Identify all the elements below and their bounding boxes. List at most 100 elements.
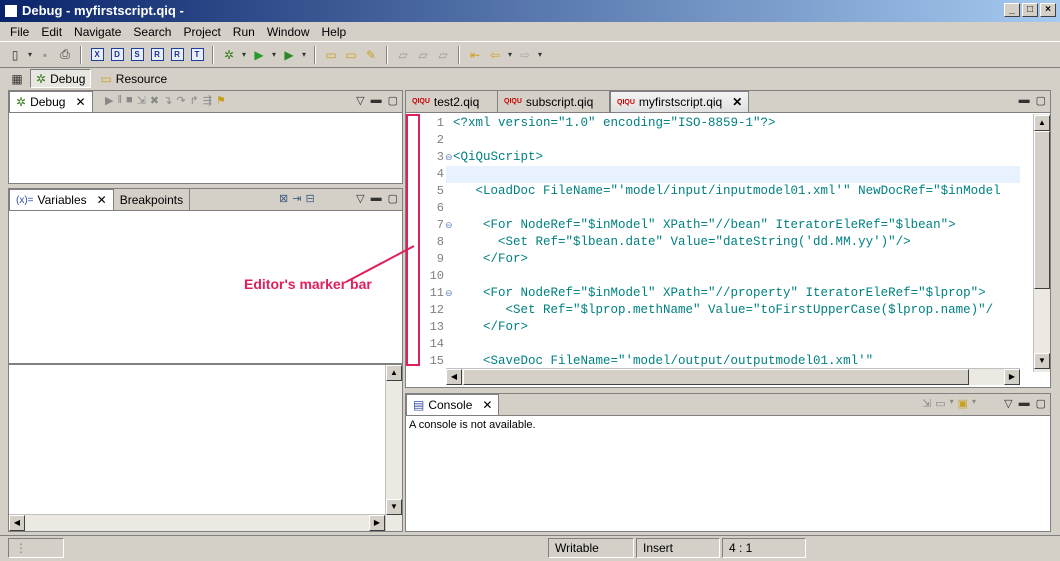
horizontal-scroll-thumb[interactable]	[463, 369, 969, 385]
maximize-view-icon[interactable]: ▢	[1036, 397, 1046, 410]
r-script-icon[interactable]: R	[148, 46, 166, 64]
close-icon[interactable]: ✕	[75, 95, 85, 109]
pencil-icon[interactable]: ✎	[362, 46, 380, 64]
minimize-view-icon[interactable]: ▬	[1019, 94, 1030, 107]
editor-vertical-scrollbar[interactable]: ▲ ▼	[1033, 114, 1050, 372]
drop-to-frame-icon[interactable]: ⇶	[203, 94, 212, 107]
x-script-icon[interactable]: X	[88, 46, 106, 64]
code-line[interactable]: </For>	[453, 252, 528, 266]
maximize-button[interactable]: □	[1022, 3, 1038, 17]
step-into-icon[interactable]: ↴	[163, 94, 172, 107]
t-script-icon[interactable]: T	[188, 46, 206, 64]
terminate-icon[interactable]: ■	[126, 94, 133, 107]
close-icon[interactable]: ✕	[97, 193, 107, 207]
remove-terminated-icon[interactable]: ✖	[150, 94, 159, 107]
menu-project[interactable]: Project	[177, 25, 226, 39]
code-line[interactable]: <LoadDoc FileName="'model/input/inputmod…	[453, 184, 1001, 198]
d-script-icon[interactable]: D	[108, 46, 126, 64]
menu-edit[interactable]: Edit	[35, 25, 68, 39]
scroll-right-icon[interactable]: ▶	[1004, 369, 1020, 385]
editor-horizontal-scrollbar[interactable]: ◀ ▶	[446, 368, 1020, 385]
dropdown-arrow-icon[interactable]: ▾	[270, 46, 278, 64]
code-line[interactable]: <SaveDoc FileName="'model/output/outputm…	[453, 354, 873, 368]
back-icon[interactable]: ⇦	[486, 46, 504, 64]
view-menu-icon[interactable]: ▽	[356, 94, 364, 107]
maximize-view-icon[interactable]: ▢	[388, 192, 398, 205]
tab-test2[interactable]: QIQU test2.qiq	[406, 91, 498, 112]
print-icon[interactable]: ⎙	[56, 46, 74, 64]
r2-script-icon[interactable]: R	[168, 46, 186, 64]
tab-variables[interactable]: (x)= Variables ✕	[9, 189, 114, 210]
status-grip[interactable]: ⋮	[8, 538, 64, 558]
perspective-debug[interactable]: ✲ Debug	[30, 69, 92, 88]
external-tools-icon[interactable]: ▶	[280, 46, 298, 64]
menu-window[interactable]: Window	[261, 25, 316, 39]
dropdown-arrow-icon[interactable]: ▾	[240, 46, 248, 64]
scroll-right-icon[interactable]: ▶	[369, 515, 385, 531]
dropdown-arrow-icon[interactable]: ▾	[950, 397, 954, 410]
detail-horizontal-scrollbar[interactable]: ◀ ▶	[9, 514, 385, 531]
view-menu-icon[interactable]: ▽	[356, 192, 364, 205]
code-line[interactable]: <Set Ref="$lprop.methName" Value="toFirs…	[453, 303, 994, 317]
pin-console-icon[interactable]: ⇲	[922, 397, 931, 410]
vertical-scroll-thumb[interactable]	[1034, 131, 1050, 289]
perspective-resource[interactable]: ▭ Resource	[95, 69, 172, 88]
scroll-up-icon[interactable]: ▲	[386, 365, 402, 381]
open-perspective-icon[interactable]: ▦	[8, 70, 26, 88]
disconnect-icon[interactable]: ⇲	[137, 94, 146, 107]
code-line[interactable]: <For NodeRef="$inModel" XPath="//bean" I…	[453, 218, 956, 232]
scroll-left-icon[interactable]: ◀	[9, 515, 25, 531]
annotation-last-icon[interactable]: ▱	[434, 46, 452, 64]
maximize-view-icon[interactable]: ▢	[388, 94, 398, 107]
editor-text-area[interactable]: 1 <?xml version="1.0" encoding="ISO-8859-…	[406, 114, 1050, 387]
open-project-icon[interactable]: ▭	[342, 46, 360, 64]
tab-breakpoints[interactable]: Breakpoints	[114, 189, 191, 210]
menu-help[interactable]: Help	[316, 25, 353, 39]
new-icon[interactable]: ▯	[6, 46, 24, 64]
scroll-down-icon[interactable]: ▼	[386, 499, 402, 515]
open-console-icon[interactable]: ▣	[958, 397, 968, 410]
code-line[interactable]: <Set Ref="$lbean.date" Value="dateString…	[453, 235, 911, 249]
annotation-prev-icon[interactable]: ▱	[394, 46, 412, 64]
dropdown-arrow-icon[interactable]: ▾	[972, 397, 976, 410]
code-line[interactable]: <?xml version="1.0" encoding="ISO-8859-1…	[453, 116, 776, 130]
scroll-left-icon[interactable]: ◀	[446, 369, 462, 385]
fold-toggle-icon[interactable]: ⊖	[445, 288, 453, 299]
detail-vertical-scrollbar[interactable]: ▲ ▼	[385, 365, 402, 531]
close-icon[interactable]: ✕	[732, 95, 742, 109]
minimize-view-icon[interactable]: ▬	[371, 94, 382, 107]
step-over-icon[interactable]: ↷	[176, 94, 185, 107]
show-type-names-icon[interactable]: ⊠	[279, 192, 288, 205]
use-step-filters-icon[interactable]: ⚑	[216, 94, 226, 107]
tab-console[interactable]: ▤ Console ✕	[406, 394, 500, 415]
maximize-view-icon[interactable]: ▢	[1036, 94, 1046, 107]
close-icon[interactable]: ✕	[482, 398, 492, 412]
fold-toggle-icon[interactable]: ⊖	[445, 220, 453, 231]
menu-navigate[interactable]: Navigate	[68, 25, 127, 39]
close-button[interactable]: ×	[1040, 3, 1056, 17]
fold-toggle-icon[interactable]: ⊖	[445, 152, 453, 163]
collapse-all-icon[interactable]: ⊟	[305, 192, 314, 205]
dropdown-arrow-icon[interactable]: ▾	[506, 46, 514, 64]
minimize-button[interactable]: _	[1004, 3, 1020, 17]
menu-search[interactable]: Search	[127, 25, 177, 39]
scroll-up-icon[interactable]: ▲	[1034, 115, 1050, 131]
view-menu-icon[interactable]: ▽	[1004, 397, 1012, 410]
code-line[interactable]: <For NodeRef="$inModel" XPath="//propert…	[453, 286, 986, 300]
forward-icon[interactable]: ⇨	[516, 46, 534, 64]
tab-debug[interactable]: ✲ Debug ✕	[9, 91, 93, 112]
scroll-down-icon[interactable]: ▼	[1034, 353, 1050, 369]
dropdown-arrow-icon[interactable]: ▾	[536, 46, 544, 64]
code-line[interactable]: <QiQuScript>	[453, 150, 543, 164]
annotation-next-icon[interactable]: ▱	[414, 46, 432, 64]
show-logical-structure-icon[interactable]: ⇥	[292, 192, 301, 205]
tab-myfirstscript[interactable]: QIQU myfirstscript.qiq ✕	[610, 91, 750, 112]
menu-file[interactable]: File	[4, 25, 35, 39]
save-icon[interactable]: ▪	[36, 46, 54, 64]
step-return-icon[interactable]: ↱	[190, 94, 199, 107]
resume-icon[interactable]: ▶	[105, 94, 113, 107]
dropdown-arrow-icon[interactable]: ▾	[26, 46, 34, 64]
dropdown-arrow-icon[interactable]: ▾	[300, 46, 308, 64]
suspend-icon[interactable]: ‖	[117, 94, 122, 107]
last-edit-icon[interactable]: ⇤	[466, 46, 484, 64]
